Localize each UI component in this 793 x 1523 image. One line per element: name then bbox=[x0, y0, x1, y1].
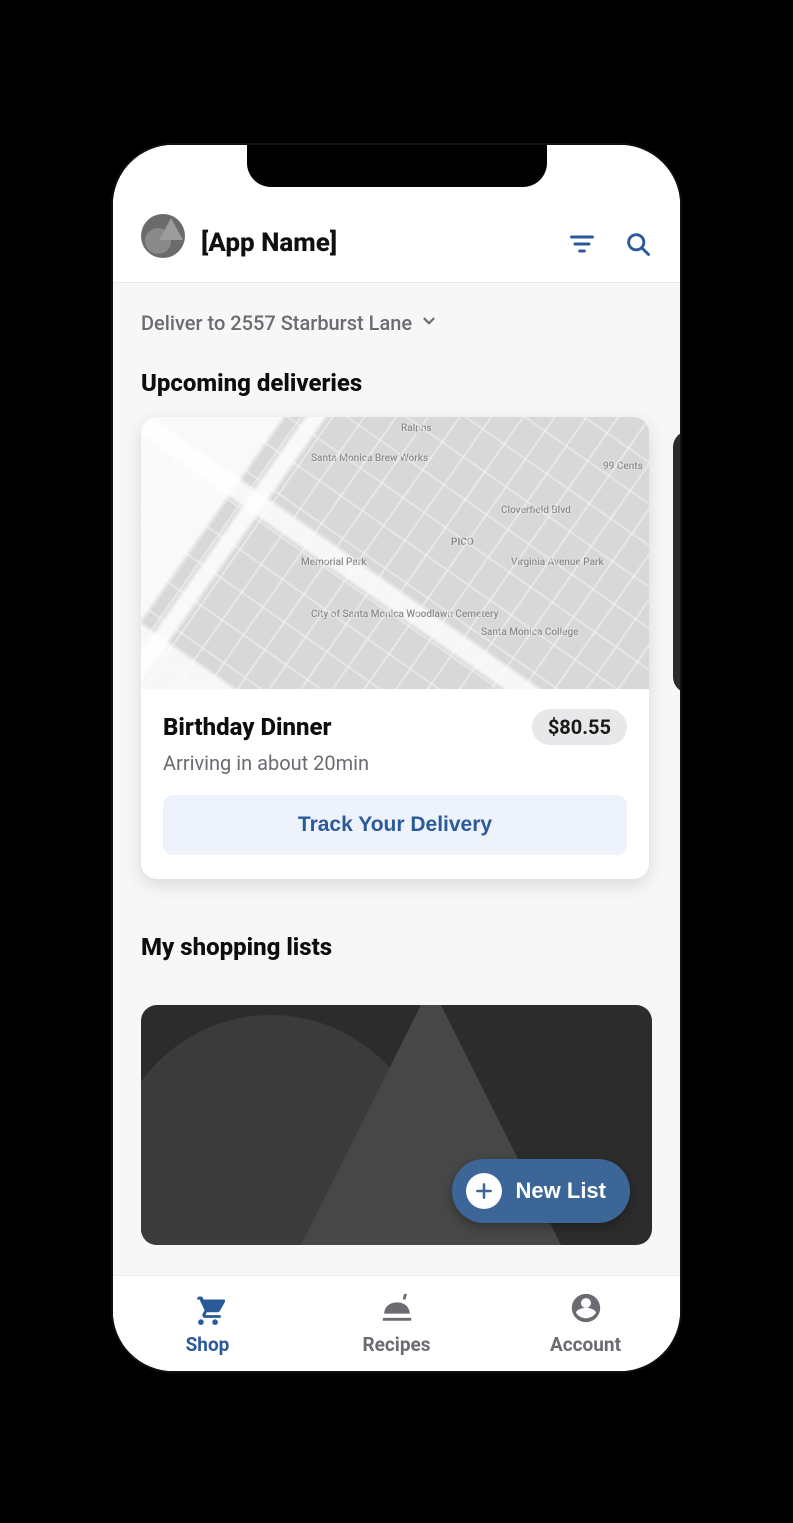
delivery-price-badge: $80.55 bbox=[532, 709, 627, 745]
upcoming-deliveries-heading: Upcoming deliveries bbox=[113, 353, 680, 417]
tab-shop[interactable]: Shop bbox=[113, 1276, 302, 1371]
plus-icon bbox=[466, 1173, 502, 1209]
phone-frame: [App Name] bbox=[113, 145, 680, 1371]
delivery-map-preview: Santa Monica Brew Works Memorial Park PI… bbox=[141, 417, 649, 689]
shopping-lists-heading: My shopping lists bbox=[113, 879, 680, 981]
track-delivery-button[interactable]: Track Your Delivery bbox=[163, 795, 627, 855]
content-area: Deliver to 2557 Starburst Lane Upcoming … bbox=[113, 283, 680, 1275]
food-icon bbox=[380, 1291, 414, 1329]
device-notch bbox=[247, 145, 547, 187]
delivery-card-row: Birthday Dinner $80.55 bbox=[163, 709, 627, 745]
delivery-order-name: Birthday Dinner bbox=[163, 713, 331, 741]
delivery-address-selector[interactable]: Deliver to 2557 Starburst Lane bbox=[113, 283, 680, 353]
cart-icon bbox=[191, 1291, 225, 1329]
new-list-button[interactable]: New List bbox=[452, 1159, 630, 1223]
tab-shop-label: Shop bbox=[186, 1333, 230, 1356]
tab-account[interactable]: Account bbox=[491, 1276, 680, 1371]
app-title: [App Name] bbox=[201, 228, 552, 258]
delivery-card-body: Birthday Dinner $80.55 Arriving in about… bbox=[141, 689, 649, 879]
tab-account-label: Account bbox=[550, 1333, 621, 1356]
app-screen: [App Name] bbox=[113, 145, 680, 1371]
delivery-card[interactable]: Santa Monica Brew Works Memorial Park PI… bbox=[141, 417, 649, 879]
delivery-eta-text: Arriving in about 20min bbox=[163, 751, 627, 775]
search-icon[interactable] bbox=[624, 230, 652, 258]
tab-recipes-label: Recipes bbox=[362, 1333, 430, 1356]
delivery-address-text: Deliver to 2557 Starburst Lane bbox=[141, 311, 412, 335]
next-delivery-card-peek[interactable] bbox=[673, 431, 680, 693]
deliveries-carousel[interactable]: Santa Monica Brew Works Memorial Park PI… bbox=[113, 417, 680, 879]
chevron-down-icon bbox=[420, 311, 438, 335]
shopping-list-card[interactable]: New List bbox=[141, 1005, 652, 1245]
tab-recipes[interactable]: Recipes bbox=[302, 1276, 491, 1371]
bottom-nav: Shop Recipes Account bbox=[113, 1275, 680, 1371]
account-icon bbox=[569, 1291, 603, 1329]
app-logo-icon bbox=[141, 214, 185, 258]
header-actions bbox=[568, 230, 652, 258]
new-list-label: New List bbox=[516, 1178, 606, 1204]
filter-icon[interactable] bbox=[568, 230, 596, 258]
